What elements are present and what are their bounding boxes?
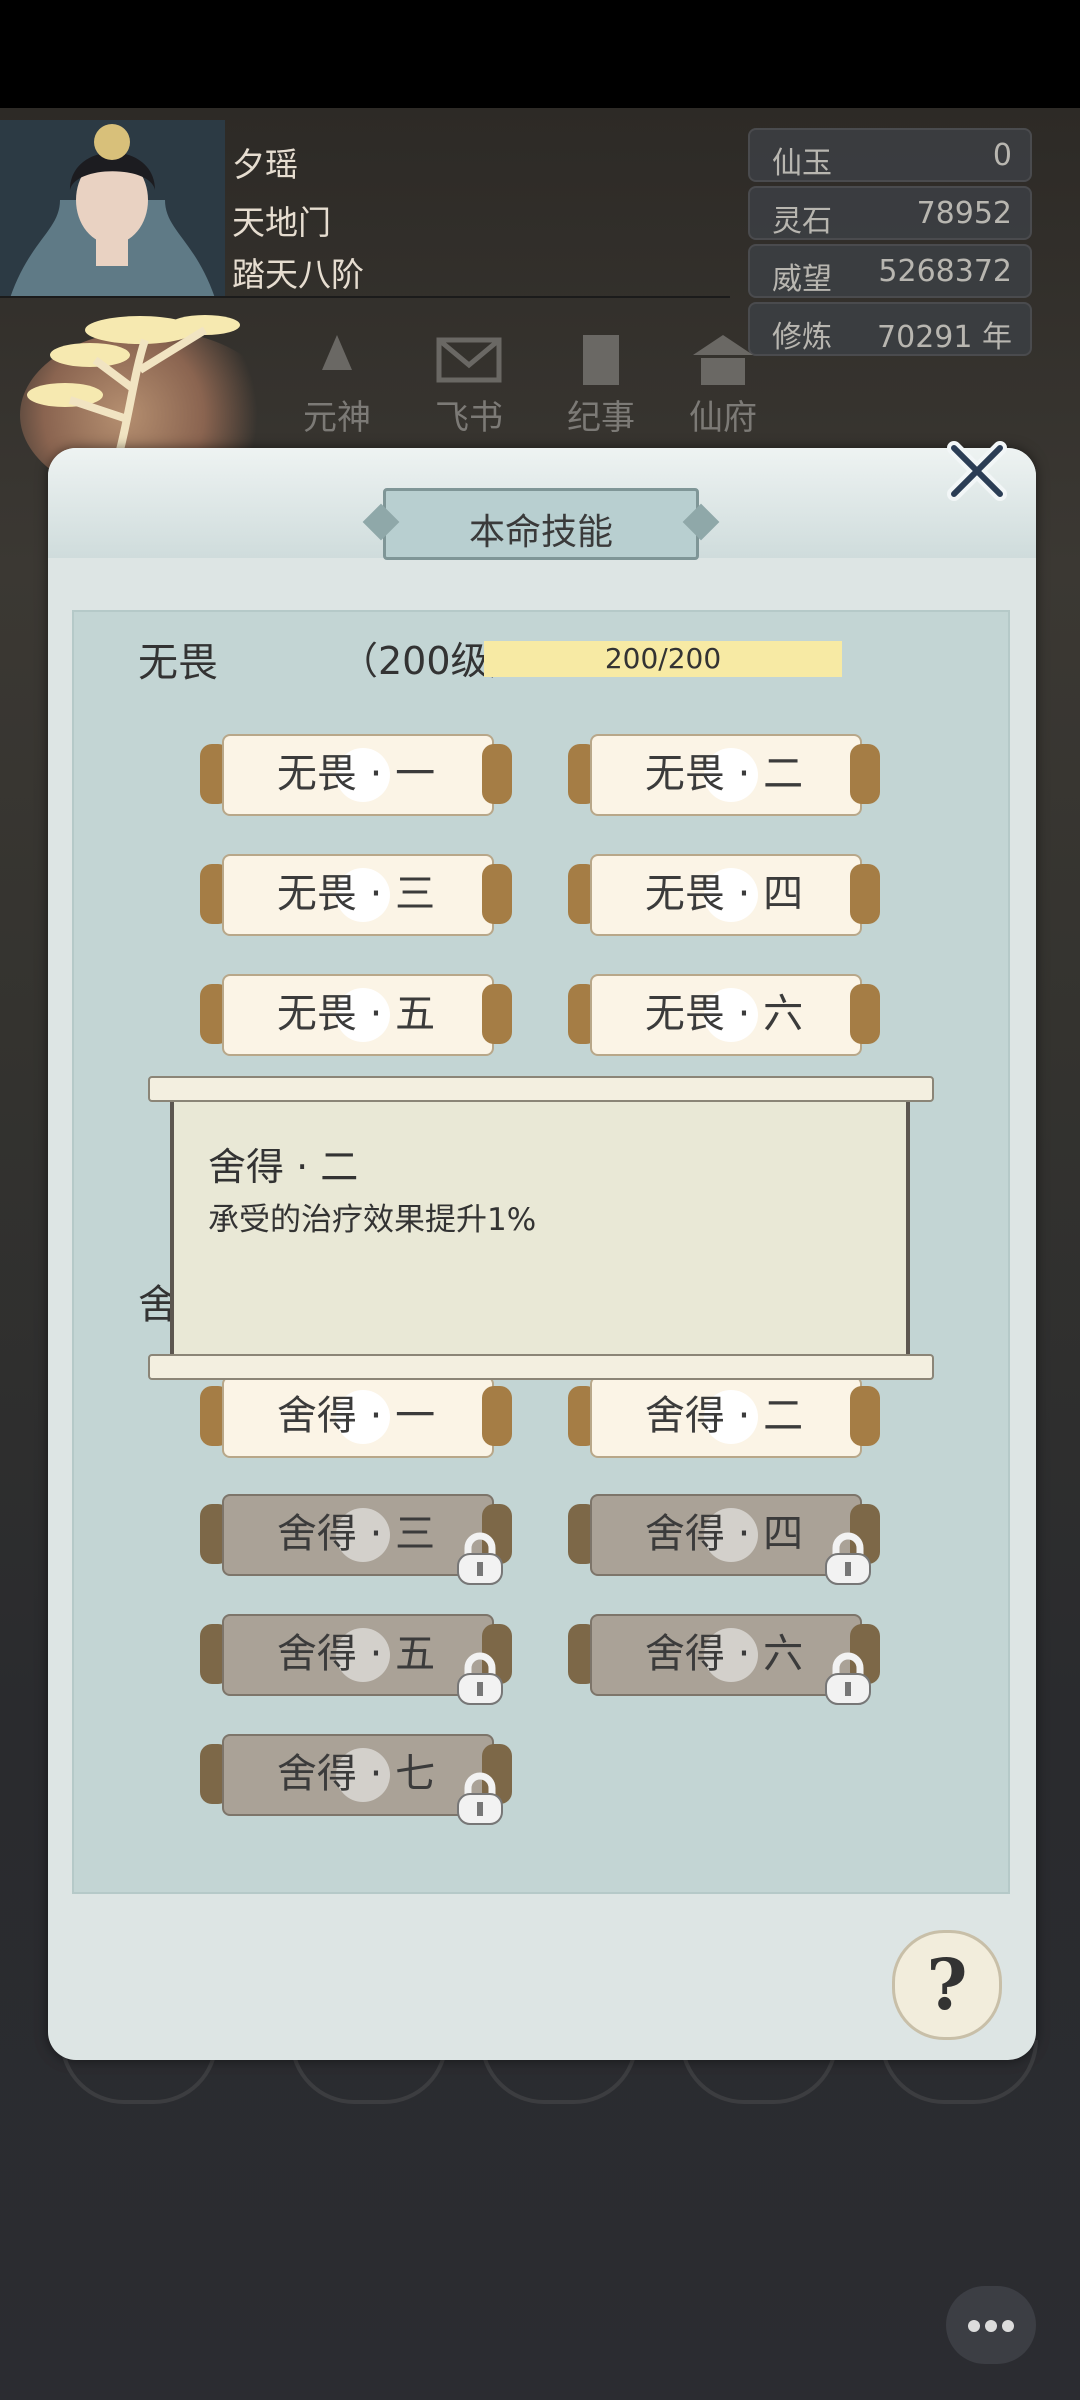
lock-icon xyxy=(457,1652,503,1705)
mansion-icon xyxy=(693,335,753,385)
chat-dot-icon xyxy=(968,2320,980,2332)
skill-button-shede-1[interactable]: 舍得 · 一 xyxy=(200,1376,512,1458)
chat-button[interactable] xyxy=(946,2286,1036,2364)
skill-button-wuwei-6[interactable]: 无畏 · 六 xyxy=(568,974,880,1056)
skill-button-shede-3[interactable]: 舍得 · 三 xyxy=(200,1494,512,1585)
skill-button-label: 舍得 · 三 xyxy=(276,1511,436,1557)
spirit-icon xyxy=(322,335,352,370)
chat-dot-icon xyxy=(985,2320,997,2332)
player-sect: 天地门 xyxy=(232,203,331,242)
progress-text: 200/200 xyxy=(604,642,722,675)
skill-button-shede-6[interactable]: 舍得 · 六 xyxy=(568,1614,880,1705)
skill-button-label: 舍得 · 四 xyxy=(644,1511,804,1557)
stat-xianyu[interactable]: 仙玉 0 xyxy=(748,128,1032,182)
modal-title: 本命技能 xyxy=(468,512,613,553)
character-portrait-icon xyxy=(0,120,225,298)
help-icon: ? xyxy=(926,1943,968,2026)
stat-lingshi[interactable]: 灵石 78952 xyxy=(748,186,1032,240)
skill-button-wuwei-5[interactable]: 无畏 · 五 xyxy=(200,974,512,1056)
tooltip-title: 舍得 · 二 xyxy=(208,1145,359,1189)
skill-button-label: 舍得 · 七 xyxy=(276,1751,436,1797)
skill-button-label: 舍得 · 五 xyxy=(276,1631,436,1677)
skill-button-shede-7[interactable]: 舍得 · 七 xyxy=(200,1734,512,1825)
stat-value: 5268372 xyxy=(878,254,1012,289)
header-divider xyxy=(0,296,730,298)
skill-button-label: 舍得 · 二 xyxy=(644,1393,804,1439)
lock-icon xyxy=(825,1532,871,1585)
skill-button-label: 无畏 · 四 xyxy=(644,871,804,917)
tooltip-description: 承受的治疗效果提升1% xyxy=(208,1202,537,1238)
stat-label: 威望 xyxy=(772,262,832,297)
skill-button-label: 无畏 · 三 xyxy=(276,871,436,917)
help-button[interactable]: ? xyxy=(892,1930,1002,2040)
skill-button-label: 无畏 · 五 xyxy=(276,991,436,1037)
nav-xianfu[interactable]: 仙府 xyxy=(668,330,778,439)
stat-label: 修炼 xyxy=(772,320,832,355)
nav-feishu[interactable]: 飞书 xyxy=(414,330,524,439)
title-plate: 本命技能 xyxy=(383,488,699,560)
stat-xiulian[interactable]: 修炼 70291 年 xyxy=(748,302,1032,356)
skill-name: 无畏 xyxy=(138,640,218,686)
stat-value: 0 xyxy=(992,138,1012,173)
stat-label: 仙玉 xyxy=(772,146,832,181)
stat-value: 70291 年 xyxy=(877,320,1012,355)
tooltip-rod-top xyxy=(148,1076,934,1102)
tooltip-rod-bottom xyxy=(148,1354,934,1380)
player-name: 夕瑶 xyxy=(232,145,298,184)
skill-button-wuwei-4[interactable]: 无畏 · 四 xyxy=(568,854,880,936)
skill-button-shede-4[interactable]: 舍得 · 四 xyxy=(568,1494,880,1585)
close-button[interactable] xyxy=(942,436,1012,506)
lock-icon xyxy=(825,1652,871,1705)
skill-button-label: 无畏 · 一 xyxy=(276,751,436,797)
status-bar xyxy=(0,0,1080,108)
stat-label: 灵石 xyxy=(772,204,832,239)
stat-value: 78952 xyxy=(916,196,1012,231)
scroll-icon xyxy=(583,335,619,385)
skill-button-shede-2[interactable]: 舍得 · 二 xyxy=(568,1376,880,1458)
tree-icon xyxy=(27,315,240,451)
skill-button-wuwei-2[interactable]: 无畏 · 二 xyxy=(568,734,880,816)
envelope-icon xyxy=(436,337,502,383)
skill-tooltip: 舍得 · 二 承受的治疗效果提升1% xyxy=(148,1076,934,1382)
skill-button-wuwei-1[interactable]: 无畏 · 一 xyxy=(200,734,512,816)
chat-dot-icon xyxy=(1002,2320,1014,2332)
skill-progress-bar: 200/200 xyxy=(484,641,842,677)
lock-icon xyxy=(457,1772,503,1825)
skill-button-label: 舍得 · 一 xyxy=(276,1393,436,1439)
nav-jishi[interactable]: 纪事 xyxy=(546,330,656,439)
nav-label: 飞书 xyxy=(435,398,503,438)
avatar[interactable] xyxy=(0,120,225,298)
skill-button-label: 无畏 · 二 xyxy=(644,751,804,797)
nav-yuanshen[interactable]: 元神 xyxy=(282,330,392,439)
skill-button-label: 舍得 · 六 xyxy=(644,1631,804,1677)
nav-label: 纪事 xyxy=(567,398,635,438)
nav-label: 元神 xyxy=(303,398,371,438)
skill-button-label: 无畏 · 六 xyxy=(644,991,804,1037)
skill-button-shede-5[interactable]: 舍得 · 五 xyxy=(200,1614,512,1705)
nav-label: 仙府 xyxy=(689,398,757,438)
skill-button-wuwei-3[interactable]: 无畏 · 三 xyxy=(200,854,512,936)
player-realm: 踏天八阶 xyxy=(232,255,364,294)
stat-weiwang[interactable]: 威望 5268372 xyxy=(748,244,1032,298)
lock-icon xyxy=(457,1532,503,1585)
